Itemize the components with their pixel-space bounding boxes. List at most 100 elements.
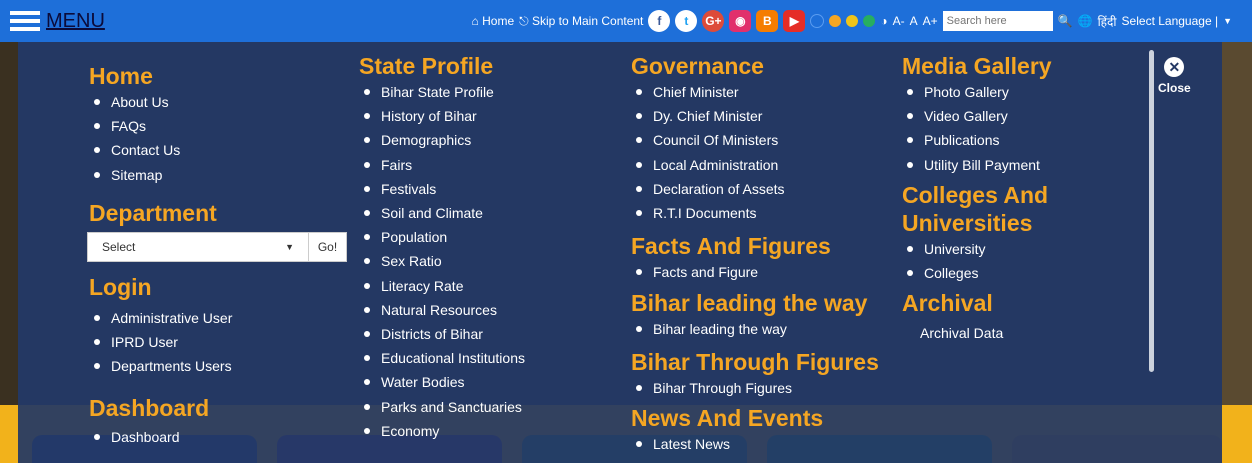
menu-item-link[interactable]: Departments Users <box>89 354 347 378</box>
menu-item-link[interactable]: Parks and Sanctuaries <box>359 395 525 419</box>
menu-item-link[interactable]: IPRD User <box>89 330 347 354</box>
heading-department[interactable]: Department <box>89 199 347 227</box>
menu-item-link[interactable]: Water Bodies <box>359 370 525 394</box>
menu-label: MENU <box>46 9 105 32</box>
close-icon: ✕ <box>1164 57 1185 77</box>
twitter-icon[interactable]: t <box>675 10 698 32</box>
list-colleges: University Colleges <box>902 237 1052 285</box>
contrast-icon[interactable]: ◑ <box>880 14 887 28</box>
heading-home[interactable]: Home <box>89 62 347 90</box>
menu-item-link[interactable]: Bihar leading the way <box>631 317 879 341</box>
heading-login[interactable]: Login <box>89 273 347 301</box>
department-form: Select ▼ Go! <box>87 231 347 262</box>
menu-column-2: State Profile Bihar State Profile History… <box>359 52 525 443</box>
heading-media[interactable]: Media Gallery <box>902 52 1052 80</box>
heading-through[interactable]: Bihar Through Figures <box>631 348 879 376</box>
menu-item-link[interactable]: Latest News <box>631 432 879 456</box>
menu-item-link[interactable]: Sex Ratio <box>359 249 525 273</box>
menu-item-link[interactable]: Publications <box>902 128 1052 152</box>
hindi-link[interactable]: हिंदी <box>1098 13 1117 30</box>
blogger-icon[interactable]: B <box>756 10 779 32</box>
menu-item-link[interactable]: Economy <box>359 419 525 443</box>
heading-dashboard[interactable]: Dashboard <box>89 394 347 422</box>
list-facts: Facts and Figure <box>631 260 879 284</box>
menu-item-link[interactable]: Dashboard <box>89 425 347 449</box>
scrollbar[interactable] <box>1149 50 1154 372</box>
list-through: Bihar Through Figures <box>631 376 879 400</box>
search-input[interactable] <box>942 11 1053 31</box>
archival-data-link[interactable]: Archival Data <box>902 321 1052 345</box>
youtube-icon[interactable]: ▶ <box>783 10 806 32</box>
menu-item-link[interactable]: History of Bihar <box>359 104 525 128</box>
heading-colleges-line1: Colleges And <box>902 181 1049 208</box>
instagram-icon[interactable]: ◉ <box>729 10 752 32</box>
list-dashboard: Dashboard <box>89 425 347 449</box>
list-news: Latest News <box>631 432 879 456</box>
heading-leading[interactable]: Bihar leading the way <box>631 289 879 317</box>
theme-blue-dot[interactable] <box>810 14 825 28</box>
menu-item-link[interactable]: Educational Institutions <box>359 346 525 370</box>
menu-item-link[interactable]: Declaration of Assets <box>631 177 879 201</box>
theme-yellow-dot[interactable] <box>846 15 859 27</box>
background-banner-left <box>0 42 18 405</box>
menu-item-link[interactable]: Utility Bill Payment <box>902 153 1052 177</box>
menu-item-link[interactable]: About Us <box>89 90 347 114</box>
chevron-down-icon: ▼ <box>285 241 294 252</box>
facebook-icon[interactable]: f <box>648 10 671 32</box>
menu-item-link[interactable]: Population <box>359 225 525 249</box>
select-language[interactable]: Select Language | <box>1122 14 1219 28</box>
menu-column-3: Governance Chief Minister Dy. Chief Minis… <box>631 52 879 456</box>
font-normal-button[interactable]: A <box>910 14 918 28</box>
go-button[interactable]: Go! <box>309 231 347 262</box>
google-plus-icon[interactable]: G+ <box>702 10 725 32</box>
menu-item-link[interactable]: Districts of Bihar <box>359 322 525 346</box>
menu-item-link[interactable]: Soil and Climate <box>359 201 525 225</box>
menu-item-link[interactable]: Bihar Through Figures <box>631 376 879 400</box>
menu-item-link[interactable]: Colleges <box>902 261 1052 285</box>
search-icon[interactable]: 🔍 <box>1058 14 1073 28</box>
list-login: Administrative User IPRD User Departments … <box>89 306 347 379</box>
menu-button[interactable]: MENU <box>10 10 105 33</box>
hamburger-icon <box>10 11 40 31</box>
menu-item-link[interactable]: University <box>902 237 1052 261</box>
list-governance: Chief Minister Dy. Chief Minister Council … <box>631 80 879 225</box>
list-home: About Us FAQs Contact Us Sitemap <box>89 90 347 187</box>
chevron-down-icon[interactable]: ▼ <box>1223 16 1232 26</box>
menu-item-link[interactable]: Video Gallery <box>902 104 1052 128</box>
heading-colleges[interactable]: Colleges And Universities <box>902 181 1052 237</box>
menu-item-link[interactable]: Contact Us <box>89 138 347 162</box>
menu-item-link[interactable]: Festivals <box>359 177 525 201</box>
skip-to-main-link[interactable]: ⎋ Skip to Main Content <box>519 14 643 29</box>
arrow-circle-icon: ⎋ <box>519 13 529 28</box>
menu-item-link[interactable]: FAQs <box>89 114 347 138</box>
menu-item-link[interactable]: Chief Minister <box>631 80 879 104</box>
menu-item-link[interactable]: Facts and Figure <box>631 260 879 284</box>
close-button[interactable]: ✕ Close <box>1158 57 1191 95</box>
menu-item-link[interactable]: Bihar State Profile <box>359 80 525 104</box>
heading-facts[interactable]: Facts And Figures <box>631 232 879 260</box>
heading-archival[interactable]: Archival <box>902 289 1052 317</box>
menu-item-link[interactable]: Natural Resources <box>359 298 525 322</box>
top-links: ⌂ Home ⎋ Skip to Main Content f t G+ ◉ B… <box>472 0 1232 42</box>
heading-state-profile[interactable]: State Profile <box>359 52 525 80</box>
menu-item-link[interactable]: Administrative User <box>89 306 347 330</box>
heading-news[interactable]: News And Events <box>631 404 879 432</box>
menu-item-link[interactable]: Council Of Ministers <box>631 128 879 152</box>
menu-column-4: Media Gallery Photo Gallery Video Gallery… <box>902 52 1052 345</box>
menu-item-link[interactable]: Fairs <box>359 153 525 177</box>
font-increase-button[interactable]: A+ <box>923 14 938 28</box>
theme-green-dot[interactable] <box>863 15 876 27</box>
menu-item-link[interactable]: Sitemap <box>89 163 347 187</box>
menu-item-link[interactable]: Literacy Rate <box>359 274 525 298</box>
home-link[interactable]: ⌂ Home <box>472 14 515 28</box>
heading-governance[interactable]: Governance <box>631 52 879 80</box>
menu-item-link[interactable]: Dy. Chief Minister <box>631 104 879 128</box>
department-select[interactable]: Select ▼ <box>87 231 309 262</box>
theme-orange-dot[interactable] <box>829 15 842 27</box>
font-decrease-button[interactable]: A- <box>893 14 905 28</box>
menu-column-1: Home About Us FAQs Contact Us Sitemap Depar… <box>87 62 347 450</box>
menu-item-link[interactable]: Demographics <box>359 128 525 152</box>
menu-item-link[interactable]: Local Administration <box>631 153 879 177</box>
menu-item-link[interactable]: R.T.I Documents <box>631 201 879 225</box>
menu-item-link[interactable]: Photo Gallery <box>902 80 1052 104</box>
